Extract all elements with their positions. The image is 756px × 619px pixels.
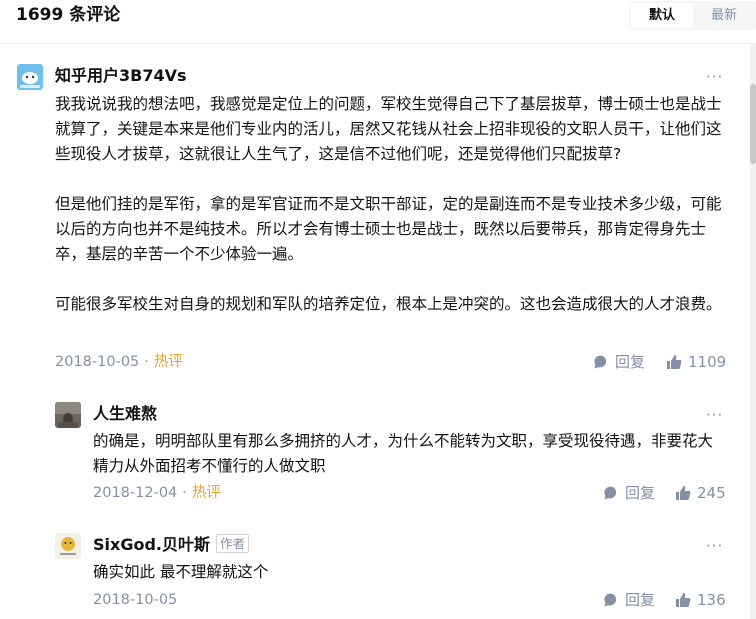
like-button[interactable]: 1109 [666,352,726,372]
like-count: 1109 [688,353,727,371]
reply-label: 回复 [625,591,656,609]
comment-date: 2018-10-05 [55,354,140,370]
thumbs-up-icon [667,355,682,369]
reply-icon [594,355,607,369]
like-count: 136 [697,591,726,609]
reply-label: 回复 [615,353,646,371]
more-options-icon[interactable]: ··· [706,408,723,423]
like-count: 245 [697,484,726,502]
meta-separator: · [182,485,187,501]
reply-icon [604,593,617,607]
comment-meta: 2018-10-05 · 热评 [55,352,183,372]
hot-tag: 热评 [191,485,221,501]
avatar[interactable] [55,533,81,559]
comment-body: 确实如此 最不理解就这个 [93,560,723,585]
comment-author[interactable]: 知乎用户3B74Vs [55,65,187,87]
comment-author[interactable]: 人生难熬 [93,403,157,425]
author-name: SixGod.贝叶斯 [93,535,210,554]
sort-latest-button[interactable]: 最新 [693,3,755,28]
comment-meta: 2018-10-05 [93,590,177,610]
avatar-icon [55,533,81,559]
comment-date: 2018-10-05 [93,592,178,608]
comment-count: 1699 条评论 [16,5,121,25]
scrollbar[interactable] [750,44,756,619]
reply-button[interactable]: 回复 [603,483,655,503]
scrollbar-thumb[interactable] [750,84,756,164]
more-options-icon[interactable]: ··· [706,539,723,554]
comment-body: 我我说说我的想法吧，我感觉是定位上的问题，军校生觉得自己下了基层拔草，博士硕士也… [55,92,723,317]
comment-date: 2018-12-04 [93,485,178,501]
sort-toggle: 默认 最新 [629,1,756,30]
reply-icon [604,486,617,500]
author-badge: 作者 [216,534,250,553]
comment-paragraph: 我我说说我的想法吧，我感觉是定位上的问题，军校生觉得自己下了基层拔草，博士硕士也… [55,95,722,163]
avatar-icon [17,64,43,90]
comments-header: 1699 条评论 默认 最新 [0,0,756,44]
comment-meta: 2018-12-04 · 热评 [93,483,221,503]
comment-paragraph: 的确是，明明部队里有那么多拥挤的人才，为什么不能转为文职，享受现役待遇，非要花大… [93,432,714,475]
comment-paragraph: 可能很多军校生对自身的规划和军队的培养定位，根本上是冲突的。这也会造成很大的人才… [55,295,722,313]
comment-paragraph: 但是他们挂的是军衔，拿的是军官证而不是文职干部证，定的是副连而不是专业技术多少级… [55,195,722,263]
thumbs-up-icon [676,593,691,607]
avatar[interactable] [17,64,43,90]
reply-button[interactable]: 回复 [593,352,645,372]
like-button[interactable]: 245 [675,483,726,503]
hot-tag: 热评 [153,354,183,370]
meta-separator: · [144,354,149,370]
sort-default-button[interactable]: 默认 [631,3,693,28]
reply-button[interactable]: 回复 [603,590,655,610]
more-options-icon[interactable]: ··· [706,70,723,85]
like-button[interactable]: 136 [675,590,726,610]
comment-paragraph: 确实如此 最不理解就这个 [93,563,269,581]
comment-author[interactable]: SixGod.贝叶斯 作者 [93,534,250,556]
avatar[interactable] [55,402,81,428]
comment-body: 的确是，明明部队里有那么多拥挤的人才，为什么不能转为文职，享受现役待遇，非要花大… [93,429,723,479]
thumbs-up-icon [676,486,691,500]
reply-label: 回复 [625,484,656,502]
avatar-icon [55,402,81,428]
